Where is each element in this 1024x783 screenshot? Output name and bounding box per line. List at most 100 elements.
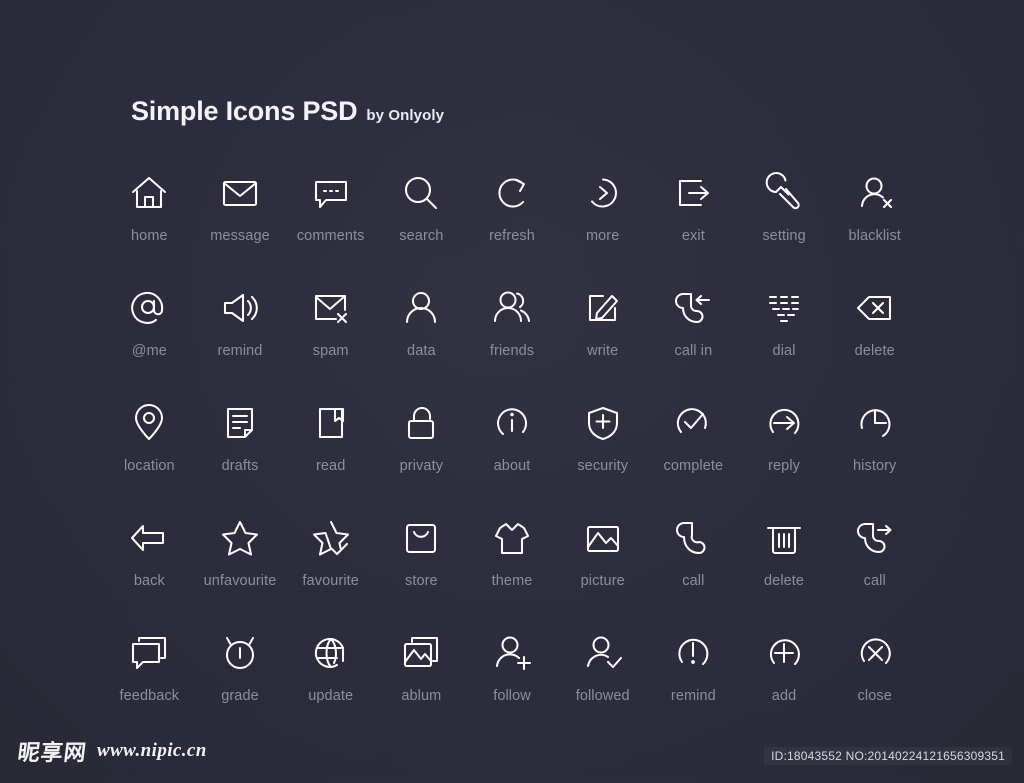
icon-label: friends: [489, 343, 535, 359]
icon-cell-write[interactable]: write: [557, 283, 648, 398]
phone-outgoing-icon: [852, 513, 898, 563]
speaker-icon: [217, 283, 263, 333]
two-people-icon: [489, 283, 535, 333]
icon-cell-setting[interactable]: setting: [739, 168, 830, 283]
icon-cell-message[interactable]: message: [195, 168, 286, 283]
icon-cell-friends[interactable]: friends: [467, 283, 558, 398]
icon-cell-picture[interactable]: picture: [557, 513, 648, 628]
icon-cell-about[interactable]: about: [467, 398, 558, 513]
icon-label: update: [308, 688, 354, 704]
icon-cell-add[interactable]: add: [739, 628, 830, 743]
icon-label: data: [407, 343, 436, 359]
asset-id-badge: ID:18043552 NO:20140224121656309351: [764, 747, 1012, 765]
image-stack-icon: [398, 628, 444, 678]
icon-cell-back[interactable]: back: [104, 513, 195, 628]
pencil-square-icon: [580, 283, 626, 333]
icon-label: picture: [580, 573, 625, 589]
star-check-icon: [308, 513, 354, 563]
icon-cell-more[interactable]: more: [557, 168, 648, 283]
keypad-icon: [761, 283, 807, 333]
page-title: Simple Icons PSD by Onlyoly: [131, 96, 444, 127]
icon-label: setting: [762, 228, 806, 244]
icon-cell-ablum[interactable]: ablum: [376, 628, 467, 743]
icon-cell-call[interactable]: call: [648, 513, 739, 628]
icon-cell-privaty[interactable]: privaty: [376, 398, 467, 513]
at-sign-icon: [126, 283, 172, 333]
icon-label: favourite: [302, 573, 359, 589]
exit-arrow-box-icon: [670, 168, 716, 218]
icon-label: back: [133, 573, 165, 589]
site-logo: 昵享网: [16, 741, 89, 766]
icon-cell-refresh[interactable]: refresh: [467, 168, 558, 283]
icon-cell-reply[interactable]: reply: [739, 398, 830, 513]
icon-cell-feedback[interactable]: feedback: [104, 628, 195, 743]
icon-cell-data[interactable]: data: [376, 283, 467, 398]
icon-cell-read[interactable]: read: [285, 398, 376, 513]
magnifier-icon: [398, 168, 444, 218]
icon-cell-home[interactable]: home: [104, 168, 195, 283]
icon-cell-spam[interactable]: spam: [285, 283, 376, 398]
icon-label: delete: [854, 343, 895, 359]
icon-label: history: [853, 458, 897, 474]
icon-cell-grade[interactable]: grade: [195, 628, 286, 743]
icon-row: location drafts read privaty about secur…: [104, 398, 920, 513]
icon-cell-dial[interactable]: dial: [739, 283, 830, 398]
icon-cell-delete-trash[interactable]: delete: [739, 513, 830, 628]
icon-cell-history[interactable]: history: [829, 398, 920, 513]
wrench-icon: [761, 168, 807, 218]
comment-dots-icon: [308, 168, 354, 218]
icon-cell-security[interactable]: security: [557, 398, 648, 513]
open-lock-icon: [398, 398, 444, 448]
icon-label: dial: [772, 343, 796, 359]
icon-label: add: [771, 688, 797, 704]
plus-circle-icon: [761, 628, 807, 678]
icon-cell-close[interactable]: close: [829, 628, 920, 743]
person-plus-icon: [489, 628, 535, 678]
icon-label: drafts: [221, 458, 259, 474]
icon-label: message: [210, 228, 270, 244]
icon-cell-theme[interactable]: theme: [467, 513, 558, 628]
icon-cell-remind[interactable]: remind: [195, 283, 286, 398]
icon-cell-complete[interactable]: complete: [648, 398, 739, 513]
arrow-left-icon: [126, 513, 172, 563]
icon-cell-followed[interactable]: followed: [557, 628, 648, 743]
icon-cell-search[interactable]: search: [376, 168, 467, 283]
icon-cell-blacklist[interactable]: blacklist: [829, 168, 920, 283]
icon-cell-unfavourite[interactable]: unfavourite: [195, 513, 286, 628]
icon-cell-location[interactable]: location: [104, 398, 195, 513]
icon-cell-at-me[interactable]: @me: [104, 283, 195, 398]
trash-icon: [761, 513, 807, 563]
globe-icon: [308, 628, 354, 678]
icon-label: ablum: [401, 688, 442, 704]
icon-cell-comments[interactable]: comments: [285, 168, 376, 283]
icon-cell-drafts[interactable]: drafts: [195, 398, 286, 513]
icon-row: feedback grade update ablum follow follo…: [104, 628, 920, 743]
icon-label: location: [123, 458, 175, 474]
icon-cell-store[interactable]: store: [376, 513, 467, 628]
icon-label: feedback: [119, 688, 180, 704]
icon-cell-exit[interactable]: exit: [648, 168, 739, 283]
icon-label: complete: [663, 458, 724, 474]
icon-cell-favourite[interactable]: favourite: [285, 513, 376, 628]
watermark: 昵享网 www.nipic.cn: [16, 735, 207, 767]
refresh-arrow-icon: [489, 168, 535, 218]
icon-label: comments: [296, 228, 365, 244]
icon-cell-remind-alert[interactable]: remind: [648, 628, 739, 743]
icon-label: search: [399, 228, 444, 244]
icon-cell-call-out[interactable]: call: [829, 513, 920, 628]
map-pin-icon: [126, 398, 172, 448]
icon-label: spam: [312, 343, 349, 359]
home-icon: [126, 168, 172, 218]
icon-sheet: Simple Icons PSD by Onlyoly home message…: [0, 0, 1024, 783]
icon-cell-follow[interactable]: follow: [467, 628, 558, 743]
icon-label: call: [682, 573, 705, 589]
icon-cell-call-in[interactable]: call in: [648, 283, 739, 398]
phone-incoming-icon: [670, 283, 716, 333]
icon-label: exit: [681, 228, 705, 244]
icon-label: write: [587, 343, 619, 359]
icon-cell-update[interactable]: update: [285, 628, 376, 743]
site-url: www.nipic.cn: [97, 740, 207, 761]
timer-gauge-icon: [217, 628, 263, 678]
icon-label: unfavourite: [203, 573, 277, 589]
icon-cell-delete-backspace[interactable]: delete: [829, 283, 920, 398]
